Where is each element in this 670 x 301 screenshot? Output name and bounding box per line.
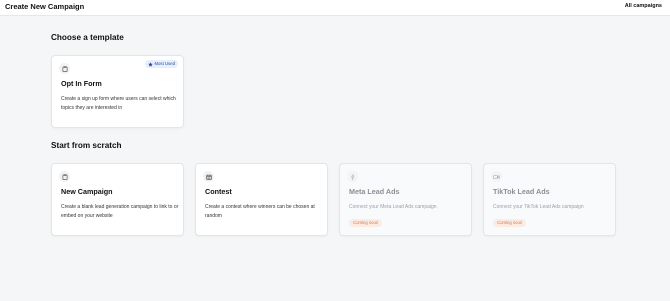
clipboard-icon (59, 63, 70, 74)
scratch-card-tiktok-lead-ads: TikTok Lead Ads Connect your TikTok Lead… (483, 163, 616, 236)
card-description: Create a contest where winners can be ch… (205, 204, 315, 219)
scratch-card-new-campaign[interactable]: New Campaign Create a blank lead generat… (51, 163, 184, 236)
scratch-card-contest[interactable]: Contest Create a contest where winners c… (195, 163, 328, 236)
card-title: New Campaign (61, 187, 113, 196)
card-title: Opt In Form (61, 79, 102, 88)
card-title: Meta Lead Ads (349, 187, 400, 196)
scratch-card-meta-lead-ads: Meta Lead Ads Connect your Meta Lead Ads… (339, 163, 472, 236)
template-card-opt-in-form[interactable]: Most Used Opt In Form Create a sign up f… (51, 55, 184, 128)
most-used-label: Most Used (154, 61, 175, 66)
top-bar: Create New Campaign All campaigns (0, 0, 670, 16)
clipboard-icon (59, 171, 70, 182)
card-description: Connect your TikTok Lead Ads campaign (493, 204, 584, 210)
page-title: Create New Campaign (5, 2, 85, 11)
video-icon (491, 171, 502, 182)
section-title-templates: Choose a template (51, 33, 124, 42)
calendar-icon (203, 171, 214, 182)
card-title: TikTok Lead Ads (493, 187, 550, 196)
card-title: Contest (205, 187, 232, 196)
card-description: Create a blank lead generation campaign … (61, 204, 179, 219)
star-icon (148, 61, 153, 67)
most-used-badge: Most Used (144, 60, 178, 68)
card-description: Connect your Meta Lead Ads campaign (349, 204, 437, 210)
card-description: Create a sign up form where users can se… (61, 96, 176, 111)
section-title-scratch: Start from scratch (51, 141, 122, 150)
facebook-icon (347, 171, 358, 182)
all-campaigns-link[interactable]: All campaigns (625, 3, 662, 9)
coming-soon-badge: Coming soon (349, 219, 383, 227)
coming-soon-badge: Coming soon (493, 219, 527, 227)
